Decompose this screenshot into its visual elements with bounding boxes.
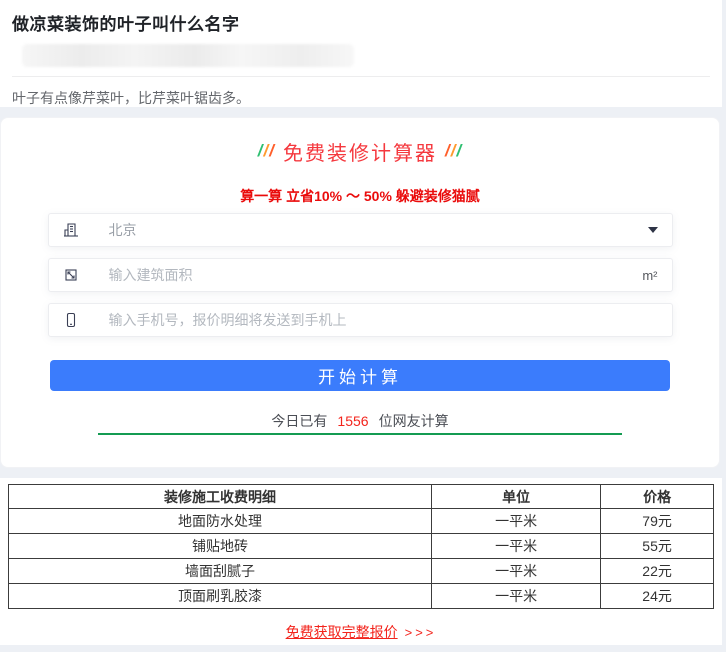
square-meter-unit: m² [642, 268, 657, 283]
counter-suffix: 位网友计算 [379, 413, 449, 429]
table-header-row: 装修施工收费明细 单位 价格 [9, 485, 714, 509]
table-row: 铺贴地砖 一平米 55元 [9, 534, 714, 559]
green-divider [98, 433, 622, 435]
decorative-slashes-right-icon: /// [445, 141, 462, 161]
full-quote-link-arrows[interactable]: >>> [405, 625, 437, 640]
cell-unit: 一平米 [432, 584, 601, 609]
full-quote-link[interactable]: 免费获取完整报价 [286, 624, 398, 640]
mobile-phone-icon [63, 312, 79, 328]
cell-price: 24元 [601, 584, 714, 609]
city-select-value: 北京 [109, 220, 640, 240]
table-row: 地面防水处理 一平米 79元 [9, 509, 714, 534]
header-price: 价格 [601, 485, 714, 509]
quote-link-row: 免费获取完整报价 >>> [8, 622, 714, 642]
page-content: 做凉菜装饰的叶子叫什么名字 叶子有点像芹菜叶，比芹菜叶锯齿多。 /// 免费装修… [0, 0, 722, 645]
chevron-down-icon [648, 227, 658, 233]
question-header: 做凉菜装饰的叶子叫什么名字 叶子有点像芹菜叶，比芹菜叶锯齿多。 [0, 0, 722, 107]
usage-counter: 今日已有 1556 位网友计算 [1, 411, 719, 428]
city-select[interactable]: 北京 [48, 213, 673, 247]
cell-unit: 一平米 [432, 509, 601, 534]
cell-price: 22元 [601, 559, 714, 584]
cell-price: 79元 [601, 509, 714, 534]
cell-price: 55元 [601, 534, 714, 559]
phone-input[interactable] [109, 312, 658, 328]
table-row: 顶面刷乳胶漆 一平米 24元 [9, 584, 714, 609]
header-unit: 单位 [432, 485, 601, 509]
area-measure-icon [63, 267, 79, 283]
table-row: 墙面刮腻子 一平米 22元 [9, 559, 714, 584]
area-input[interactable] [109, 267, 635, 283]
section-gap [0, 107, 722, 117]
phone-field [48, 303, 673, 337]
decorative-slashes-left-icon: /// [258, 141, 275, 161]
calculator-title: 免费装修计算器 [283, 137, 437, 166]
calculator-subtitle: 算一算 立省10% ～ 50% 躲避装修猫腻 [1, 186, 719, 202]
answer-text: 叶子有点像芹菜叶，比芹菜叶锯齿多。 [12, 88, 710, 108]
area-field: m² [48, 258, 673, 292]
price-table-panel: 装修施工收费明细 单位 价格 地面防水处理 一平米 79元 铺贴地砖 一平米 5… [0, 478, 722, 645]
counter-prefix: 今日已有 [271, 413, 327, 429]
question-title: 做凉菜装饰的叶子叫什么名字 [12, 10, 710, 35]
header-item: 装修施工收费明细 [9, 485, 432, 509]
section-gap [0, 468, 722, 478]
cell-item: 顶面刷乳胶漆 [9, 584, 432, 609]
cell-item: 地面防水处理 [9, 509, 432, 534]
building-icon [63, 222, 79, 238]
cell-unit: 一平米 [432, 559, 601, 584]
redacted-user-info [22, 44, 354, 67]
calculator-panel: /// 免费装修计算器 /// 算一算 立省10% ～ 50% 躲避装修猫腻 北… [0, 117, 720, 468]
calculator-title-row: /// 免费装修计算器 /// [1, 138, 719, 164]
cell-unit: 一平米 [432, 534, 601, 559]
cell-item: 墙面刮腻子 [9, 559, 432, 584]
counter-count: 1556 [337, 413, 368, 429]
divider [12, 76, 710, 77]
cell-item: 铺贴地砖 [9, 534, 432, 559]
price-table: 装修施工收费明细 单位 价格 地面防水处理 一平米 79元 铺贴地砖 一平米 5… [8, 484, 714, 609]
calculate-button[interactable]: 开始计算 [50, 360, 670, 391]
